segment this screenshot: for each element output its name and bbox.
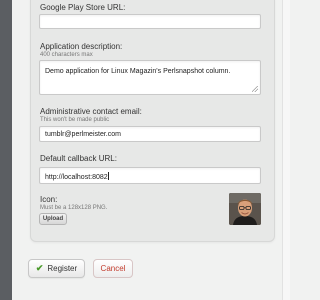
application-description-label: Application description:: [40, 42, 123, 51]
application-description-textarea[interactable]: Demo application for Linux Magazin's Per…: [39, 60, 261, 95]
checkmark-icon: ✔: [35, 263, 44, 273]
callback-url-label: Default callback URL:: [40, 154, 117, 163]
register-button[interactable]: ✔ Register: [28, 259, 85, 278]
icon-label: Icon:: [40, 195, 58, 204]
admin-email-hint: This won't be made public: [40, 117, 110, 123]
admin-email-label: Administrative contact email:: [40, 107, 142, 116]
admin-email-input[interactable]: tumblr@perlmeister.com: [39, 126, 261, 142]
text-cursor: [107, 172, 109, 180]
admin-email-value: tumblr@perlmeister.com: [45, 131, 121, 138]
page-right-edge: [282, 0, 290, 300]
upload-button[interactable]: Upload: [39, 213, 67, 225]
play-store-url-label: Google Play Store URL:: [40, 3, 126, 12]
application-description-hint: 400 characters max: [40, 52, 93, 58]
cancel-button[interactable]: Cancel: [93, 259, 133, 278]
register-button-label: Register: [47, 264, 78, 273]
play-store-url-input[interactable]: [39, 14, 261, 29]
callback-url-value: http://localhost:8082: [45, 174, 108, 181]
application-description-text: Demo application for Linux Magazin's Per…: [45, 68, 231, 75]
icon-preview-avatar: [229, 193, 261, 225]
resize-grip-icon[interactable]: [252, 86, 258, 92]
callback-url-input[interactable]: http://localhost:8082: [39, 167, 261, 184]
icon-hint: Must be a 128x128 PNG.: [40, 205, 108, 211]
user-avatar-photo-icon: [229, 193, 261, 225]
page-left-edge: [0, 0, 12, 300]
